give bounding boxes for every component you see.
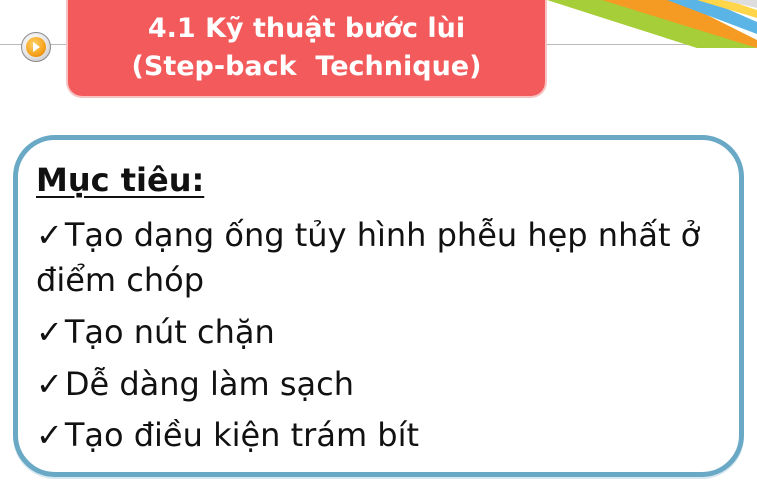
checkmark-icon: ✓: [36, 365, 63, 403]
checkmark-icon: ✓: [36, 313, 63, 351]
bullet-item-1-continuation: điểm chóp: [36, 259, 204, 301]
objectives-heading: Mục tiêu:: [36, 161, 205, 199]
bullet-text: Dễ dàng làm sạch: [64, 365, 354, 403]
header-decoration: [547, 0, 757, 48]
checkmark-icon: ✓: [36, 416, 63, 454]
title-line-1: 4.1 Kỹ thuật bước lùi: [147, 13, 466, 44]
bullet-item-4: ✓Tạo điều kiện trám bít: [36, 414, 419, 456]
checkmark-icon: ✓: [36, 216, 63, 254]
bullet-item-1: ✓Tạo dạng ống tủy hình phễu hẹp nhất ở: [36, 214, 700, 256]
slide-title-box: 4.1 Kỹ thuật bước lùi (Step-back Techniq…: [66, 0, 547, 98]
bullet-text: điểm chóp: [36, 261, 204, 299]
bullet-text: Tạo nút chặn: [64, 313, 275, 351]
arrow-right-glyph: [33, 42, 40, 52]
bullet-item-2: ✓Tạo nút chặn: [36, 311, 275, 353]
next-slide-button[interactable]: [21, 32, 51, 62]
bullet-text: Tạo điều kiện trám bít: [64, 416, 420, 454]
title-line-2: (Step-back Technique): [131, 51, 482, 82]
bullet-item-3: ✓Dễ dàng làm sạch: [36, 363, 354, 405]
bullet-text: Tạo dạng ống tủy hình phễu hẹp nhất ở: [64, 216, 701, 254]
